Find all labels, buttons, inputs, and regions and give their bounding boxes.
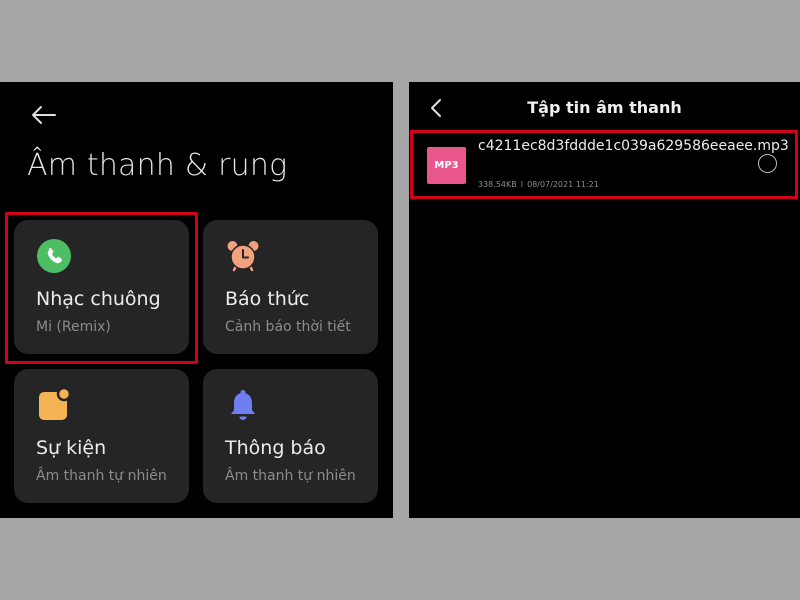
- bell-icon: [231, 390, 255, 420]
- file-meta: 338.54KB I 08/07/2021 11:21: [478, 180, 599, 189]
- file-size: 338.54KB: [478, 180, 517, 189]
- tile-ringtone-title: Nhạc chuông: [36, 288, 161, 310]
- tile-events-title: Sự kiện: [36, 437, 107, 459]
- tile-events-subtitle: Âm thanh tự nhiên: [36, 468, 167, 484]
- tile-events[interactable]: Sự kiện Âm thanh tự nhiên: [14, 369, 189, 503]
- back-arrow-icon[interactable]: [30, 104, 56, 126]
- tile-notifications-title: Thông báo: [225, 437, 326, 459]
- tile-ringtone[interactable]: Nhạc chuông Mi (Remix): [14, 220, 189, 354]
- mp3-file-icon: MP3: [427, 147, 466, 184]
- audio-file-row[interactable]: MP3 c4211ec8d3fddde1c039a629586eeaee.mp3…: [409, 129, 800, 199]
- file-date: 08/07/2021 11:21: [527, 180, 599, 189]
- select-radio[interactable]: [758, 154, 777, 173]
- audio-files-panel: Tập tin âm thanh MP3 c4211ec8d3fddde1c03…: [409, 82, 800, 518]
- file-name: c4211ec8d3fddde1c039a629586eeaee.mp3: [478, 138, 789, 154]
- page-title: Tập tin âm thanh: [527, 98, 682, 117]
- calendar-event-icon: [39, 387, 72, 420]
- tile-alarm-subtitle: Cảnh báo thời tiết: [225, 319, 351, 335]
- phone-icon: [37, 239, 71, 273]
- tile-alarm[interactable]: Báo thức Cảnh báo thời tiết: [203, 220, 378, 354]
- tile-notifications[interactable]: Thông báo Âm thanh tự nhiên: [203, 369, 378, 503]
- meta-separator: I: [520, 180, 524, 189]
- sound-settings-panel: Âm thanh & rung Nhạc chuông Mi (Remix) B…: [0, 82, 393, 518]
- tile-notifications-subtitle: Âm thanh tự nhiên: [225, 468, 356, 484]
- tile-alarm-title: Báo thức: [225, 288, 310, 310]
- tile-ringtone-subtitle: Mi (Remix): [36, 319, 111, 335]
- alarm-clock-icon: [227, 241, 259, 272]
- page-title: Âm thanh & rung: [27, 148, 288, 183]
